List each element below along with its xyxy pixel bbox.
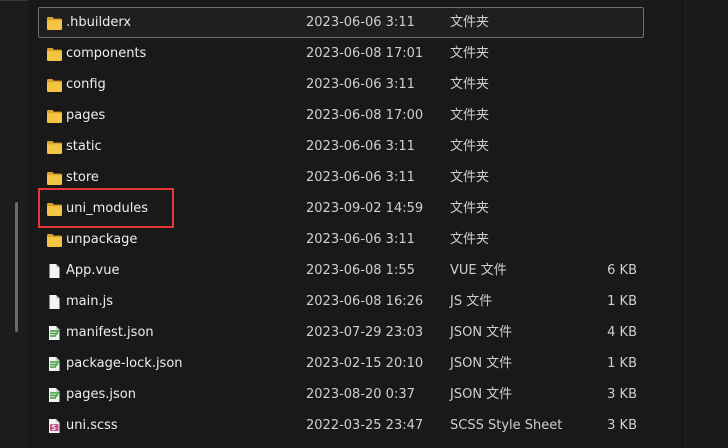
- file-date-modified: 2023-06-06 3:11: [306, 15, 415, 30]
- file-type: 文件夹: [450, 77, 490, 92]
- folder-icon: [46, 46, 63, 62]
- nav-scrollbar-thumb[interactable]: [15, 202, 18, 332]
- file-date-modified: 2023-08-20 0:37: [306, 387, 415, 402]
- file-name: .hbuilderx: [66, 15, 132, 30]
- pane-divider: [0, 0, 28, 1]
- file-date-modified: 2023-02-15 20:10: [306, 356, 424, 371]
- folder-icon: [46, 108, 63, 124]
- file-row-main-js[interactable]: main.js 2023-06-08 16:26 JS 文件 1 KB: [38, 286, 644, 317]
- file-size: 3 KB: [607, 387, 637, 402]
- file-name: store: [66, 170, 99, 185]
- file-icon: [46, 263, 63, 279]
- file-date-modified: 2023-06-08 17:00: [306, 108, 424, 123]
- file-type: JSON 文件: [450, 356, 513, 371]
- file-date-modified: 2023-06-06 3:11: [306, 139, 415, 154]
- file-name: components: [66, 46, 147, 61]
- file-name: package-lock.json: [66, 356, 183, 371]
- file-list: .hbuilderx 2023-06-06 3:11 文件夹 component…: [38, 7, 644, 441]
- file-type: SCSS Style Sheet: [450, 418, 563, 433]
- file-row-store[interactable]: store 2023-06-06 3:11 文件夹: [38, 162, 644, 193]
- file-row-pages[interactable]: pages 2023-06-08 17:00 文件夹: [38, 100, 644, 131]
- file-row-manifest-json[interactable]: manifest.json 2023-07-29 23:03 JSON 文件 4…: [38, 317, 644, 348]
- file-row-uni-scss[interactable]: uni.scss 2022-03-25 23:47 SCSS Style She…: [38, 410, 644, 441]
- file-date-modified: 2023-07-29 23:03: [306, 325, 424, 340]
- json-file-icon: [46, 325, 63, 341]
- folder-icon: [46, 15, 63, 31]
- folder-icon: [46, 232, 63, 248]
- file-type: 文件夹: [450, 170, 490, 185]
- file-row-components[interactable]: components 2023-06-08 17:01 文件夹: [38, 38, 644, 69]
- file-name: manifest.json: [66, 325, 154, 340]
- file-size: 1 KB: [607, 356, 637, 371]
- file-size: 1 KB: [607, 294, 637, 309]
- file-row-pages-json[interactable]: pages.json 2023-08-20 0:37 JSON 文件 3 KB: [38, 379, 644, 410]
- folder-icon: [46, 170, 63, 186]
- file-type: JS 文件: [450, 294, 493, 309]
- file-name: uni.scss: [66, 418, 118, 433]
- file-row-static[interactable]: static 2023-06-06 3:11 文件夹: [38, 131, 644, 162]
- file-type: 文件夹: [450, 108, 490, 123]
- file-name: config: [66, 77, 106, 92]
- file-type: JSON 文件: [450, 325, 513, 340]
- file-row-uni-modules[interactable]: uni_modules 2023-09-02 14:59 文件夹: [38, 193, 644, 224]
- file-date-modified: 2022-03-25 23:47: [306, 418, 424, 433]
- file-name: pages: [66, 108, 106, 123]
- folder-icon: [46, 77, 63, 93]
- folder-icon: [46, 139, 63, 155]
- file-date-modified: 2023-06-06 3:11: [306, 77, 415, 92]
- file-name: static: [66, 139, 102, 154]
- file-explorer: .hbuilderx 2023-06-06 3:11 文件夹 component…: [0, 0, 728, 448]
- column-divider: [685, 0, 686, 448]
- file-type: 文件夹: [450, 201, 490, 216]
- navigation-pane-edge: [0, 0, 28, 448]
- file-row-unpackage[interactable]: unpackage 2023-06-06 3:11 文件夹: [38, 224, 644, 255]
- file-type: 文件夹: [450, 15, 490, 30]
- file-type: JSON 文件: [450, 387, 513, 402]
- file-row-package-lock-json[interactable]: package-lock.json 2023-02-15 20:10 JSON …: [38, 348, 644, 379]
- file-name: unpackage: [66, 232, 138, 247]
- json-file-icon: [46, 356, 63, 372]
- file-name: uni_modules: [66, 201, 149, 216]
- file-date-modified: 2023-09-02 14:59: [306, 201, 424, 216]
- file-date-modified: 2023-06-06 3:11: [306, 170, 415, 185]
- file-name: main.js: [66, 294, 113, 309]
- file-name: pages.json: [66, 387, 136, 402]
- file-date-modified: 2023-06-06 3:11: [306, 232, 415, 247]
- file-size: 6 KB: [607, 263, 637, 278]
- file-type: VUE 文件: [450, 263, 507, 278]
- file-type: 文件夹: [450, 46, 490, 61]
- file-date-modified: 2023-06-08 16:26: [306, 294, 424, 309]
- folder-icon: [46, 201, 63, 217]
- file-icon: [46, 294, 63, 310]
- json-file-icon: [46, 387, 63, 403]
- file-type: 文件夹: [450, 139, 490, 154]
- file-row-config[interactable]: config 2023-06-06 3:11 文件夹: [38, 69, 644, 100]
- file-row-hbuilderx[interactable]: .hbuilderx 2023-06-06 3:11 文件夹: [38, 7, 644, 38]
- file-date-modified: 2023-06-08 17:01: [306, 46, 424, 61]
- file-row-app-vue[interactable]: App.vue 2023-06-08 1:55 VUE 文件 6 KB: [38, 255, 644, 286]
- file-type: 文件夹: [450, 232, 490, 247]
- file-size: 4 KB: [607, 325, 637, 340]
- scss-file-icon: [46, 418, 63, 434]
- file-date-modified: 2023-06-08 1:55: [306, 263, 415, 278]
- file-name: App.vue: [66, 263, 120, 278]
- file-size: 3 KB: [607, 418, 637, 433]
